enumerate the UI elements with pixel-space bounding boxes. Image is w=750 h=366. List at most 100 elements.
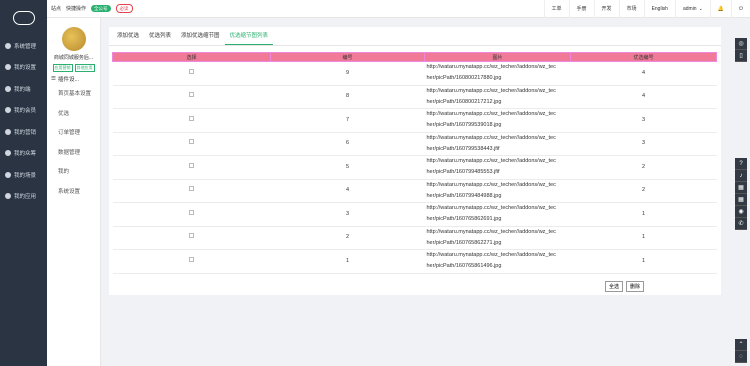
table-row: 2 http://wataru.mynatapp.cc/wz_techer//ad… [112, 226, 717, 250]
sidebar-item-label: 我的会员 [14, 108, 37, 115]
topbar-dev-button[interactable]: 开发 [593, 0, 619, 18]
qrcode-icon[interactable]: ▦ [735, 182, 747, 194]
col-image: 图片 [424, 52, 571, 62]
account-badge[interactable]: 全公号 [91, 5, 111, 12]
help-icon[interactable]: ? [735, 158, 747, 170]
row-image-path-2: her/picPath/160765862691.jpg [426, 216, 502, 223]
row-id: 9 [270, 61, 425, 86]
subnav-group[interactable]: ☰ 插件设... [47, 75, 100, 83]
subnav-item-2[interactable]: 订单管理 [47, 124, 100, 144]
row-checkbox[interactable] [189, 162, 194, 168]
sidebar-item-label: 系统管理 [14, 43, 37, 50]
logo[interactable] [0, 0, 47, 35]
row-num: 1 [570, 249, 717, 274]
sidebar-item-3[interactable]: 我的会员 [0, 100, 47, 122]
row-num: 4 [570, 85, 717, 109]
menu-icon: ☰ [51, 76, 56, 82]
subnav-item-5[interactable]: 系统设置 [47, 183, 100, 203]
row-checkbox[interactable] [189, 256, 194, 262]
row-num: 2 [570, 155, 717, 180]
cloud-icon [12, 10, 35, 25]
sidebar-item-0[interactable]: 系统管理 [0, 35, 47, 57]
sidebar-item-1[interactable]: 我的设置 [0, 57, 47, 79]
row-num: 2 [570, 179, 717, 203]
crowd-icon [5, 150, 11, 157]
power-icon[interactable]: ⏻ [731, 0, 750, 18]
settings-icon [5, 64, 11, 71]
sidebar-item-7[interactable]: 我的应用 [0, 186, 47, 208]
row-image-path: http://wataru.mynatapp.cc/wz_techer//add… [426, 111, 556, 118]
row-image-path-2: her/picPath/160765862271.jpg [426, 239, 502, 246]
sidebar-item-4[interactable]: 我的营销 [0, 121, 47, 143]
main-panel: 添加优选 优选列表 添加优选缩节图 优选缩节图列表 选择 编号 图片 优选编号 9 ht… [109, 27, 721, 295]
mobile-icon[interactable]: ▯ [735, 50, 747, 62]
shop-name: 商城同城服务后... [53, 55, 94, 61]
table-row: 1 http://wataru.mynatapp.cc/wz_techer//ad… [112, 249, 717, 274]
row-image-path-2: her/picPath/160799484988.jpg [426, 192, 502, 199]
delete-button[interactable]: 删除 [626, 281, 645, 292]
table-row: 7 http://wataru.mynatapp.cc/wz_techer//ad… [112, 108, 717, 133]
quick-actions-link[interactable]: 快捷操作 [66, 5, 86, 12]
sidebar-item-6[interactable]: 我的场景 [0, 164, 47, 186]
subnav-item-1[interactable]: 优选 [47, 105, 100, 125]
row-checkbox[interactable] [189, 186, 194, 192]
bell-side-icon[interactable]: ♪ [735, 170, 747, 182]
row-image-path-2: her/picPath/160799485553.jfif [426, 169, 500, 176]
row-checkbox[interactable] [189, 233, 194, 239]
row-checkbox[interactable] [189, 139, 194, 145]
chevron-down-icon: ⌄ [698, 5, 703, 12]
row-id: 7 [270, 108, 425, 133]
tab-2[interactable]: 添加优选缩节图 [176, 27, 225, 45]
language-button[interactable]: English [643, 0, 675, 18]
row-checkbox[interactable] [189, 209, 194, 215]
row-id: 1 [270, 249, 425, 274]
tab-0[interactable]: 添加优选 [112, 27, 144, 45]
col-id: 编号 [270, 52, 425, 62]
gear-icon [5, 42, 11, 49]
col-num: 优选编号 [570, 52, 717, 62]
sidebar-item-5[interactable]: 我的众筹 [0, 143, 47, 165]
app-icon [5, 85, 11, 92]
bell-icon[interactable]: 🔔 [709, 0, 731, 18]
phone-icon[interactable]: ✆ [735, 218, 747, 230]
topbar-manual-button[interactable]: 手册 [568, 0, 594, 18]
compass-icon[interactable]: ◎ [735, 38, 747, 50]
sidebar-item-label: 我的端 [14, 86, 31, 93]
row-id: 5 [270, 155, 425, 180]
row-num: 1 [570, 226, 717, 250]
row-id: 3 [270, 202, 425, 227]
row-image-path-2: her/picPath/160799539018.jpg [426, 122, 502, 129]
table-row: 4 http://wataru.mynatapp.cc/wz_techer//ad… [112, 179, 717, 203]
subnav-item-3[interactable]: 数据管理 [47, 144, 100, 164]
qrcode2-icon[interactable]: ▦ [735, 194, 747, 206]
row-image-path: http://wataru.mynatapp.cc/wz_techer//add… [426, 64, 556, 71]
user-menu[interactable]: admin ⌄ [674, 0, 710, 18]
row-num: 4 [570, 61, 717, 86]
table-row: 5 http://wataru.mynatapp.cc/wz_techer//ad… [112, 155, 717, 180]
topbar-market-button[interactable]: 市场 [618, 0, 644, 18]
row-checkbox[interactable] [189, 92, 194, 98]
sidebar-item-2[interactable]: 我的端 [0, 78, 47, 100]
row-num: 3 [570, 132, 717, 156]
chat-icon[interactable]: ◌ [735, 351, 747, 363]
row-num: 3 [570, 108, 717, 133]
right-toolbar-bottom: ⌃ ◌ [735, 339, 747, 363]
row-image-path: http://wataru.mynatapp.cc/wz_techer//add… [426, 228, 556, 235]
shop-tag-marketing: 应用营销 [52, 64, 73, 72]
site-link[interactable]: 站点 [51, 5, 61, 12]
tab-3[interactable]: 优选缩节图列表 [224, 27, 274, 45]
select-all-button[interactable]: 全选 [605, 281, 624, 292]
topbar-ticket-button[interactable]: 工单 [543, 0, 569, 18]
wechat-icon[interactable]: ◉ [735, 206, 747, 218]
thumbnail-table: 选择 编号 图片 优选编号 9 http://wataru.mynatapp.cc… [112, 52, 717, 274]
subnav-item-0[interactable]: 首页基本设置 [47, 85, 100, 105]
row-id: 8 [270, 85, 425, 109]
apps-icon [5, 193, 11, 200]
row-checkbox[interactable] [189, 68, 194, 74]
scroll-top-icon[interactable]: ⌃ [735, 339, 747, 351]
must-read-badge[interactable]: 必读 [115, 4, 133, 13]
marketing-icon [5, 128, 11, 135]
tab-1[interactable]: 优选列表 [144, 27, 176, 45]
row-checkbox[interactable] [189, 115, 194, 121]
subnav-item-4[interactable]: 我的 [47, 163, 100, 183]
